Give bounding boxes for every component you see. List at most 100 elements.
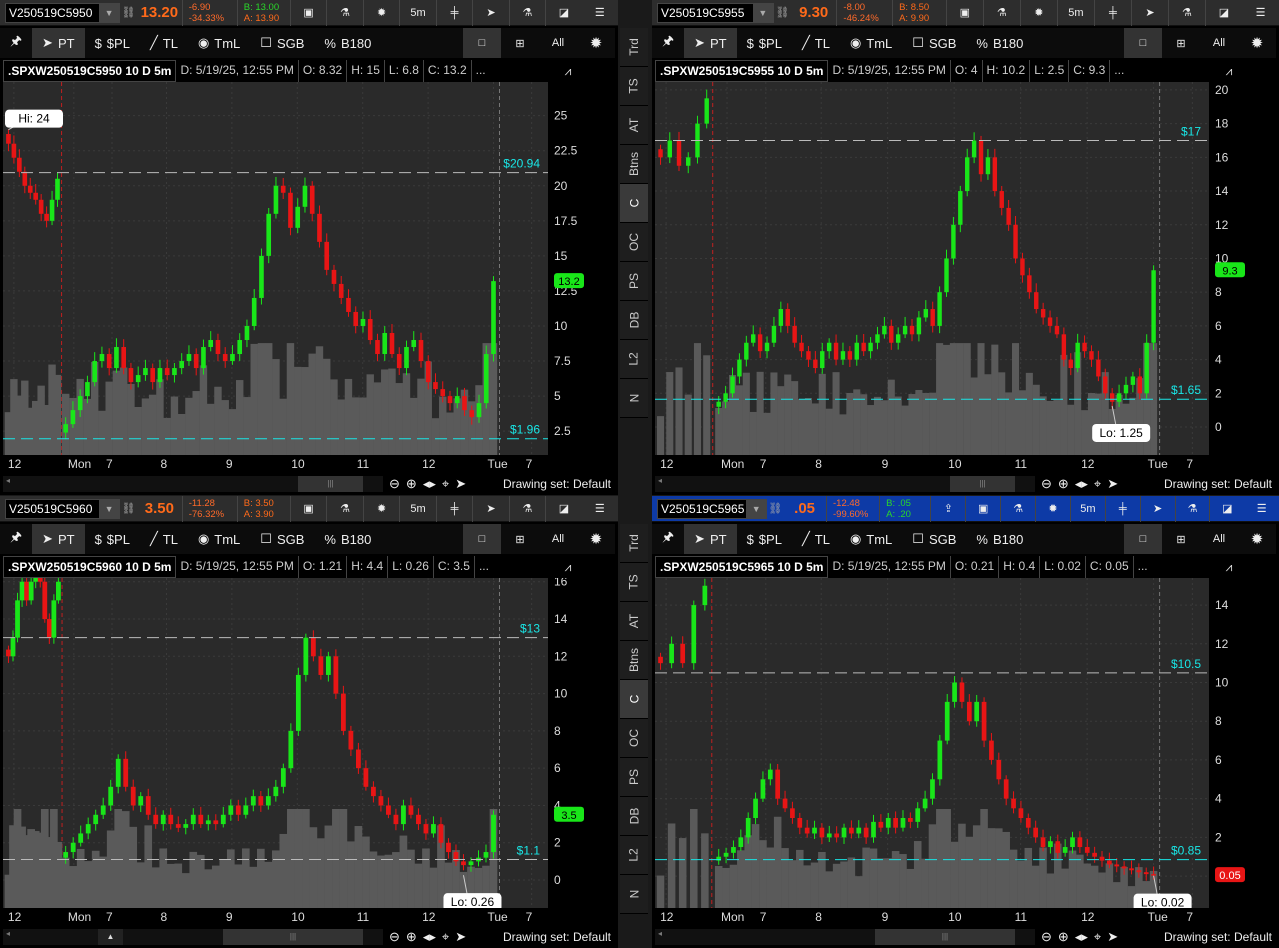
side-tab-c[interactable]: C	[620, 184, 648, 223]
menu-icon[interactable]: ☰	[582, 0, 618, 26]
grid-layout-icon[interactable]: ⊞	[1162, 524, 1200, 554]
sgb-tool[interactable]: ☐ SGB	[250, 524, 314, 554]
trendline-tool[interactable]: ╱ TL	[140, 28, 188, 58]
candle-style-icon[interactable]: ╪	[435, 496, 472, 522]
drawings-icon[interactable]: ◪	[545, 496, 581, 522]
link-icon[interactable]: ⛓	[120, 6, 137, 19]
gear-icon[interactable]: ✹	[1019, 0, 1057, 26]
pan-icon[interactable]: ◂▸	[1075, 476, 1088, 492]
expand-panel-button[interactable]: ▲	[98, 929, 123, 945]
side-tab-trd[interactable]: Trd	[620, 28, 648, 67]
interval-button[interactable]: 5m	[399, 496, 435, 522]
menu-icon[interactable]: ☰	[1242, 0, 1279, 26]
drawing-set-label[interactable]: Drawing set: Default	[503, 930, 611, 944]
pin-icon[interactable]: 🖈	[652, 28, 684, 58]
interval-button[interactable]: 5m	[1056, 0, 1094, 26]
crosshair-icon[interactable]: ⌖	[1094, 476, 1101, 492]
timeline-tool[interactable]: ◉ TmL	[840, 524, 902, 554]
all-button[interactable]: All	[539, 28, 577, 58]
b180-tool[interactable]: % B180	[966, 524, 1033, 554]
horizontal-scrollbar[interactable]: ||| ◂	[655, 476, 1035, 492]
side-tab-n[interactable]: N	[620, 379, 648, 418]
news-icon[interactable]: ▣	[289, 0, 326, 26]
dropdown-chevron-icon[interactable]: ▼	[99, 499, 120, 518]
pin-icon[interactable]: 🖈	[0, 524, 32, 554]
zoom-in-icon[interactable]: ⊕	[406, 476, 417, 492]
price-chart[interactable]: 2.557.51012.51517.52022.525$20.94$1.9613…	[0, 82, 618, 455]
b180-tool[interactable]: % B180	[314, 524, 381, 554]
horizontal-scrollbar[interactable]: ||| ◂	[3, 476, 383, 492]
symbol-input[interactable]: V250519C5950 ▼	[5, 2, 121, 23]
side-tab-c[interactable]: C	[620, 680, 648, 719]
candle-style-icon[interactable]: ╪	[1104, 496, 1140, 522]
single-layout-icon[interactable]: □	[463, 524, 501, 554]
zoom-out-icon[interactable]: ⊖	[1041, 929, 1052, 945]
drawings-icon[interactable]: ◪	[545, 0, 581, 26]
more-ellipsis[interactable]: ...	[472, 60, 490, 82]
pointer-tool[interactable]: ➤ PT	[32, 28, 85, 58]
zoom-out-icon[interactable]: ⊖	[389, 929, 400, 945]
grid-layout-icon[interactable]: ⊞	[501, 524, 539, 554]
single-layout-icon[interactable]: □	[1124, 28, 1162, 58]
zoom-in-icon[interactable]: ⊕	[1058, 929, 1069, 945]
trendline-tool[interactable]: ╱ TL	[140, 524, 188, 554]
pointer-tool[interactable]: ➤ PT	[684, 524, 737, 554]
more-ellipsis[interactable]: ...	[475, 556, 493, 578]
pl-tool[interactable]: $ $PL	[85, 28, 140, 58]
side-tab-at[interactable]: AT	[620, 602, 648, 641]
side-tab-ps[interactable]: PS	[620, 262, 648, 301]
pin-icon[interactable]: 🖈	[0, 28, 32, 58]
crosshair-icon[interactable]: ⌖	[1094, 929, 1101, 945]
drawing-set-label[interactable]: Drawing set: Default	[503, 477, 611, 491]
side-tab-at[interactable]: AT	[620, 106, 648, 145]
share-icon[interactable]: ⇪	[930, 496, 965, 522]
all-button[interactable]: All	[1200, 28, 1238, 58]
news-icon[interactable]: ▣	[965, 496, 1000, 522]
cursor-icon[interactable]: ➤	[1139, 496, 1175, 522]
symbol-input[interactable]: V250519C5965 ▼	[657, 498, 768, 519]
timeline-tool[interactable]: ◉ TmL	[188, 28, 250, 58]
dropdown-chevron-icon[interactable]: ▼	[99, 3, 120, 22]
crosshair-icon[interactable]: ⌖	[442, 476, 449, 492]
zoom-in-icon[interactable]: ⊕	[1058, 476, 1069, 492]
horizontal-scrollbar[interactable]: ||| ◂	[655, 929, 1035, 945]
pan-icon[interactable]: ◂▸	[423, 476, 436, 492]
scrollbar-thumb[interactable]: |||	[298, 476, 363, 492]
more-ellipsis[interactable]: ...	[1110, 60, 1128, 82]
link-icon[interactable]: ⛓	[120, 502, 137, 515]
drawing-set-label[interactable]: Drawing set: Default	[1164, 477, 1272, 491]
pl-tool[interactable]: $ $PL	[737, 524, 792, 554]
zoom-out-icon[interactable]: ⊖	[389, 476, 400, 492]
cursor-icon[interactable]: ➤	[472, 0, 508, 26]
symbol-input[interactable]: V250519C5960 ▼	[5, 498, 121, 519]
single-layout-icon[interactable]: □	[1124, 524, 1162, 554]
scroll-left-icon[interactable]: ◂	[6, 929, 10, 938]
dropdown-chevron-icon[interactable]: ▼	[746, 499, 767, 518]
scroll-left-icon[interactable]: ◂	[6, 476, 10, 485]
price-chart[interactable]: 02468101214161820$17$1.659.3Lo: 1.25	[652, 82, 1279, 455]
settings-gear-icon[interactable]: ✹	[1238, 524, 1276, 554]
timeline-tool[interactable]: ◉ TmL	[188, 524, 250, 554]
studies-icon[interactable]: ⚗	[508, 0, 545, 26]
price-chart[interactable]: 0246810121416$13$1.13.5Lo: 0.26	[0, 578, 618, 908]
side-tab-l2[interactable]: L2	[620, 340, 648, 379]
gear-icon[interactable]: ✹	[362, 0, 399, 26]
side-tab-btns[interactable]: Btns	[620, 641, 648, 680]
scroll-left-icon[interactable]: ◂	[658, 929, 662, 938]
cursor-icon[interactable]: ➤	[1107, 929, 1118, 945]
side-tab-ts[interactable]: TS	[620, 563, 648, 602]
side-tab-db[interactable]: DB	[620, 301, 648, 340]
flask-icon[interactable]: ⚗	[326, 0, 362, 26]
link-icon[interactable]: ⛓	[774, 6, 791, 19]
studies-icon[interactable]: ⚗	[1174, 496, 1210, 522]
crosshair-icon[interactable]: ⌖	[442, 929, 449, 945]
cursor-icon[interactable]: ➤	[472, 496, 508, 522]
gear-icon[interactable]: ✹	[362, 496, 399, 522]
price-chart[interactable]: -202468101214$10.5$0.850.05Lo: 0.02	[652, 578, 1279, 908]
studies-icon[interactable]: ⚗	[1167, 0, 1205, 26]
side-tab-ts[interactable]: TS	[620, 67, 648, 106]
study-icon[interactable]: ⩘	[548, 60, 588, 82]
trendline-tool[interactable]: ╱ TL	[792, 28, 840, 58]
cursor-icon[interactable]: ➤	[455, 476, 466, 492]
cursor-icon[interactable]: ➤	[1107, 476, 1118, 492]
